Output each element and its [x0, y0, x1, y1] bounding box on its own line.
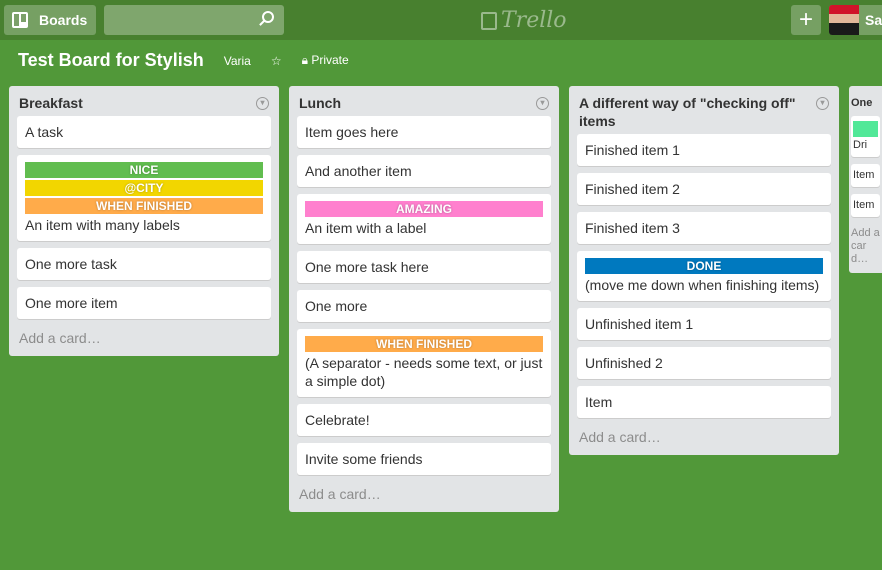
list-menu-chevron-icon[interactable]: ▾ — [536, 97, 549, 110]
card-label: @CITY — [25, 180, 263, 196]
card-label: WHEN FINISHED — [305, 336, 543, 352]
card[interactable]: One more task — [17, 248, 271, 280]
card[interactable]: Finished item 2 — [577, 173, 831, 205]
card[interactable]: Dri — [851, 116, 880, 157]
board-header: Test Board for Stylish Varia ☆ 🔒︎ Privat… — [18, 50, 369, 71]
top-header: Boards Trello + Sa — [0, 0, 882, 40]
card-text: Dri — [853, 139, 868, 151]
card-text: (A separator - needs some text, or just … — [305, 355, 543, 389]
add-card-link[interactable]: Add a card… — [17, 326, 271, 350]
card-label: AMAZING — [305, 201, 543, 217]
add-button[interactable]: + — [791, 5, 821, 35]
card-text: One more item — [25, 295, 118, 311]
card-text: Unfinished item 1 — [585, 316, 694, 332]
logo-text: Trello — [501, 8, 567, 33]
card[interactable]: Finished item 3 — [577, 212, 831, 244]
list: Breakfast ▾ A task NICE @CITY WHEN FINISHED An… — [9, 86, 279, 356]
card[interactable]: Item — [851, 164, 880, 187]
user-name: Sa — [865, 12, 882, 28]
card-label: NICE — [25, 162, 263, 178]
card-label: DONE — [585, 258, 823, 274]
star-icon[interactable]: ☆ — [271, 54, 282, 68]
card[interactable]: Unfinished item 1 — [577, 308, 831, 340]
list-title[interactable]: Breakfast — [19, 94, 83, 112]
card-text: A task — [25, 124, 64, 140]
card-text: An item with a label — [305, 220, 427, 236]
card-text: Invite some friends — [305, 451, 423, 467]
visibility-label: Private — [311, 53, 349, 67]
lock-icon: 🔒︎ — [301, 53, 312, 67]
card-text: Item — [853, 169, 875, 181]
avatar — [829, 5, 859, 35]
card-text: Item — [853, 199, 875, 211]
card[interactable]: Item — [851, 194, 880, 217]
card-text: Item — [585, 394, 613, 410]
card[interactable]: WHEN FINISHED (A separator - needs some t… — [297, 329, 551, 397]
card-text: And another item — [305, 163, 412, 179]
trello-logo-icon — [481, 11, 497, 30]
lists-container: Breakfast ▾ A task NICE @CITY WHEN FINISHED An… — [9, 86, 882, 512]
card-label: WHEN FINISHED — [25, 198, 263, 214]
boards-label: Boards — [39, 12, 88, 28]
user-menu[interactable]: Sa — [829, 5, 882, 35]
card[interactable]: One more — [297, 290, 551, 322]
card-text: (move me down when finishing items) — [585, 277, 820, 293]
add-card-link[interactable]: Add a card… — [851, 224, 880, 269]
card[interactable]: Finished item 1 — [577, 134, 831, 166]
card[interactable]: NICE @CITY WHEN FINISHED An item with many … — [17, 155, 271, 241]
add-card-link[interactable]: Add a card… — [577, 425, 831, 449]
card-text: Finished item 3 — [585, 220, 680, 236]
search-icon[interactable] — [262, 11, 274, 23]
card[interactable]: AMAZING An item with a label — [297, 194, 551, 244]
list: Lunch ▾ Item goes here And another item AMAZ… — [289, 86, 559, 512]
add-card-link[interactable]: Add a card… — [297, 482, 551, 506]
card[interactable]: And another item — [297, 155, 551, 187]
list: One Dri Item Item Add a card… — [849, 86, 882, 273]
card-text: Celebrate! — [305, 412, 370, 428]
card[interactable]: Celebrate! — [297, 404, 551, 436]
card-label — [853, 121, 878, 137]
board-org[interactable]: Varia — [224, 54, 251, 68]
list-menu-chevron-icon[interactable]: ▾ — [816, 97, 829, 110]
trello-logo[interactable]: Trello — [481, 8, 567, 33]
list-title[interactable]: One — [851, 94, 872, 112]
card-text: One more task — [25, 256, 117, 272]
card-text: Finished item 1 — [585, 142, 680, 158]
card-text: Finished item 2 — [585, 181, 680, 197]
card-text: One more task here — [305, 259, 429, 275]
card[interactable]: One more task here — [297, 251, 551, 283]
card[interactable]: Unfinished 2 — [577, 347, 831, 379]
visibility-button[interactable]: 🔒︎ Private — [302, 53, 349, 68]
list-title[interactable]: A different way of "checking off" items — [579, 94, 816, 130]
card[interactable]: Item goes here — [297, 116, 551, 148]
card[interactable]: DONE (move me down when finishing items) — [577, 251, 831, 301]
card[interactable]: One more item — [17, 287, 271, 319]
list-title[interactable]: Lunch — [299, 94, 341, 112]
card-text: An item with many labels — [25, 217, 180, 233]
list: A different way of "checking off" items ▾… — [569, 86, 839, 455]
list-menu-chevron-icon[interactable]: ▾ — [256, 97, 269, 110]
card-text: Item goes here — [305, 124, 399, 140]
card-text: Unfinished 2 — [585, 355, 663, 371]
boards-icon — [12, 12, 28, 28]
card[interactable]: Invite some friends — [297, 443, 551, 475]
card[interactable]: A task — [17, 116, 271, 148]
boards-button[interactable]: Boards — [4, 5, 96, 35]
board-title[interactable]: Test Board for Stylish — [18, 50, 204, 71]
card-text: One more — [305, 298, 368, 314]
search-input[interactable] — [104, 5, 284, 35]
card[interactable]: Item — [577, 386, 831, 418]
